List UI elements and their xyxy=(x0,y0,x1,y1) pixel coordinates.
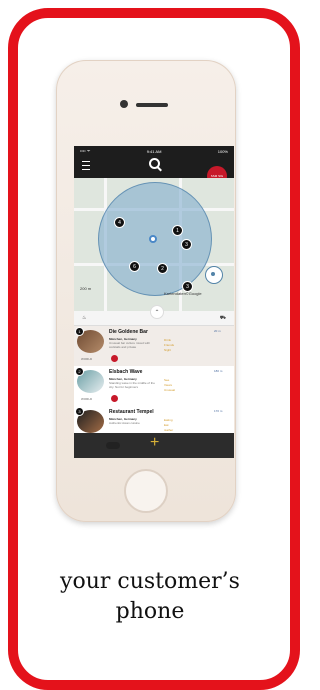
vehicle-icon[interactable]: ⛟ xyxy=(220,315,226,322)
list-item[interactable]: 2 WORLD Elsbach Wave München, Germany St… xyxy=(74,366,234,407)
phone-mockup: •••• ᯤ 9:41 AM 100% SSM SIG 4 1 3 6 2 3 … xyxy=(56,60,236,522)
map-view[interactable]: 4 1 3 6 2 3 200 m Kartendaten©Google xyxy=(74,178,234,311)
menu-icon[interactable] xyxy=(82,161,90,170)
place-tags: Drink Friends Night xyxy=(164,338,174,353)
map-marker[interactable]: 2 xyxy=(157,263,168,274)
list-item-number: 2 xyxy=(75,367,84,376)
current-location-icon xyxy=(149,235,157,243)
map-marker[interactable]: 4 xyxy=(114,217,125,228)
status-bar: •••• ᯤ 9:41 AM 100% xyxy=(74,146,234,156)
list-item-number: 1 xyxy=(75,327,84,336)
list-item[interactable]: 1 WORLD Die Goldene Bar München, Germany… xyxy=(74,326,234,367)
caption-line-2: phone xyxy=(115,599,185,624)
caption-line-1: your customer’s xyxy=(60,569,240,594)
dots-icon xyxy=(106,442,120,449)
place-name: Die Goldene Bar xyxy=(109,329,148,335)
map-marker[interactable]: 3 xyxy=(181,239,192,250)
place-type: WORLD xyxy=(81,397,93,401)
list-item-number: 3 xyxy=(75,407,84,416)
map-marker[interactable]: 1 xyxy=(172,225,183,236)
camera-icon xyxy=(120,100,128,108)
add-icon[interactable]: + xyxy=(150,434,159,452)
map-marker[interactable]: 6 xyxy=(129,261,140,272)
list-toolbar: ♨ ⌃ ⛟ xyxy=(74,305,234,326)
category-icon[interactable]: ♨ xyxy=(82,315,86,321)
chevron-up-icon[interactable]: ⌃ xyxy=(150,305,164,319)
place-tags: See Views Unusual xyxy=(164,378,175,393)
map-copyright: Kartendaten©Google xyxy=(164,291,202,296)
map-scale: 200 m xyxy=(80,286,92,291)
time: 9:41 AM xyxy=(146,148,162,154)
carrier: •••• ᯤ xyxy=(80,148,91,153)
distance: 170 m xyxy=(214,409,223,413)
place-description: Standing wave in the middle of the city.… xyxy=(109,381,155,389)
home-button[interactable] xyxy=(124,469,168,513)
search-icon[interactable] xyxy=(149,158,160,169)
place-type: WORLD xyxy=(81,357,93,361)
tag: Night xyxy=(164,348,172,352)
battery: 100% xyxy=(217,148,228,154)
top-nav: SSM SIG xyxy=(74,156,234,186)
distance: 20 m xyxy=(214,329,221,333)
locate-icon[interactable] xyxy=(205,266,223,284)
tag: Unusual xyxy=(164,388,176,392)
place-name: Elsbach Wave xyxy=(109,369,143,375)
speaker-icon xyxy=(136,103,168,107)
bottom-bar: + xyxy=(74,433,234,458)
no-entry-icon xyxy=(111,395,118,402)
distance: 180 m xyxy=(214,369,223,373)
place-description: Unusual bar culture mixed with cocktails… xyxy=(109,341,151,349)
place-name: Restaurant Tempel xyxy=(109,409,154,415)
no-entry-icon xyxy=(111,355,118,362)
phone-screen: •••• ᯤ 9:41 AM 100% SSM SIG 4 1 3 6 2 3 … xyxy=(74,146,234,458)
